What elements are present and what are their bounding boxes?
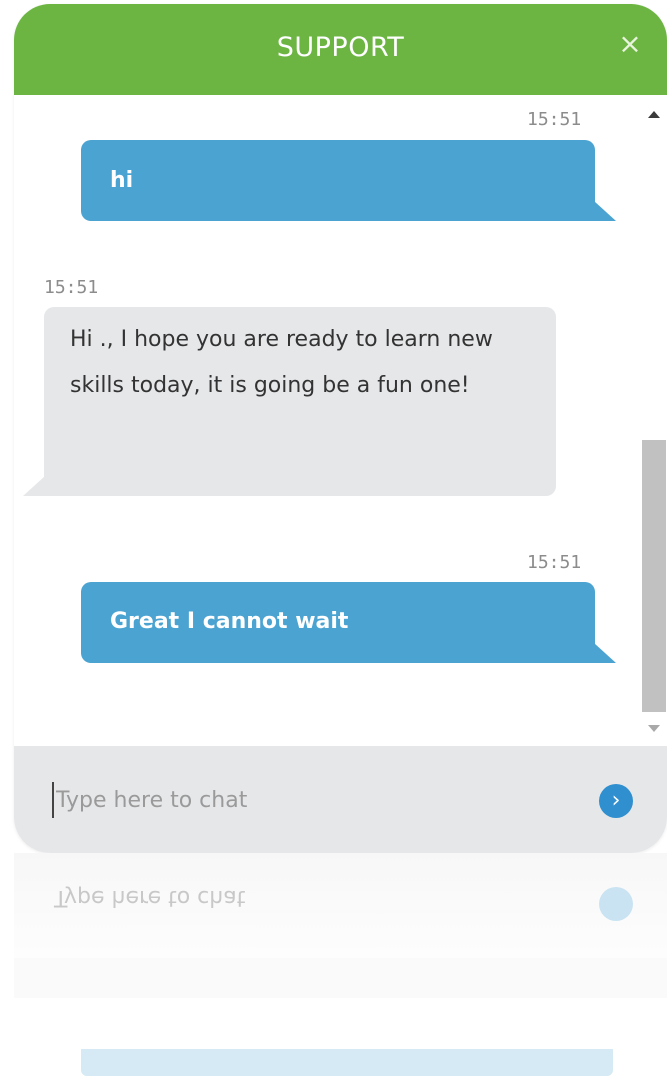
support-chat-widget: SUPPORT × 15:51 hi 15:51 Hi ., I hope yo… xyxy=(14,4,667,853)
chat-message-input[interactable] xyxy=(52,782,576,818)
message-timestamp: 15:51 xyxy=(527,109,582,130)
chat-header: SUPPORT × xyxy=(14,4,667,95)
scroll-up-arrow-icon[interactable] xyxy=(648,111,660,118)
incoming-message-bubble: Hi ., I hope you are ready to learn new … xyxy=(44,307,556,496)
chat-composer: › xyxy=(14,746,667,853)
outgoing-message-bubble: hi xyxy=(81,140,595,221)
message-list[interactable]: 15:51 hi 15:51 Hi ., I hope you are read… xyxy=(14,95,640,746)
close-button[interactable]: × xyxy=(616,30,644,58)
message-timestamp: 15:51 xyxy=(44,277,99,298)
reflection-placeholder-text: Type here to chat xyxy=(54,885,246,910)
reflection-send-icon xyxy=(599,887,633,921)
message-text: Hi ., I hope you are ready to learn new … xyxy=(70,327,493,398)
message-text: Great I cannot wait xyxy=(110,609,349,634)
message-timestamp: 15:51 xyxy=(527,552,582,573)
close-icon: × xyxy=(618,27,642,60)
send-button[interactable]: › xyxy=(599,784,633,818)
scrollbar-thumb[interactable] xyxy=(642,440,666,712)
reflection-band xyxy=(14,958,667,998)
send-icon: › xyxy=(611,788,621,813)
outgoing-message-bubble: Great I cannot wait xyxy=(81,582,595,663)
scroll-down-arrow-icon[interactable] xyxy=(648,725,660,732)
message-text: hi xyxy=(110,168,134,193)
reflection-bubble xyxy=(81,1049,613,1076)
chat-title: SUPPORT xyxy=(276,32,405,63)
widget-reflection: Type here to chat xyxy=(14,853,667,1076)
message-scrollbar[interactable] xyxy=(640,95,667,746)
